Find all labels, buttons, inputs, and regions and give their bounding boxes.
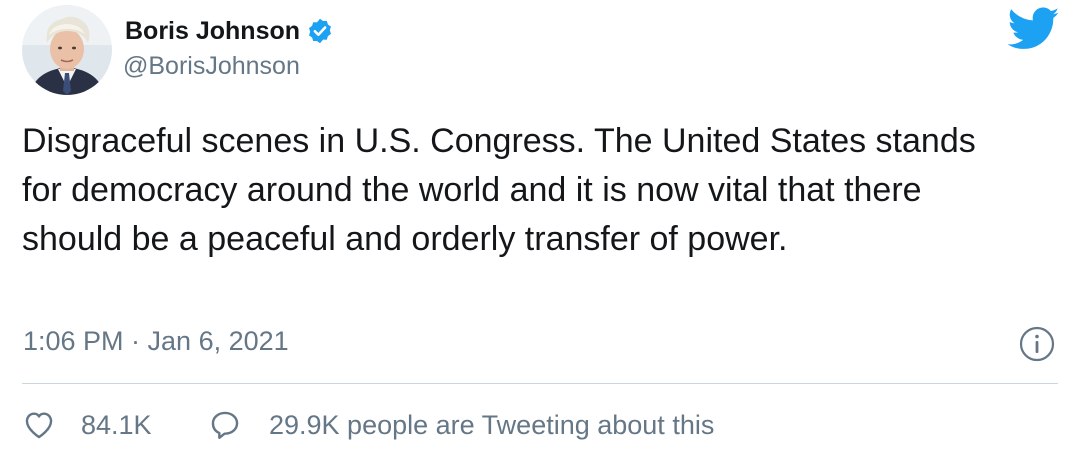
twitter-bird-icon[interactable] [1007,7,1060,51]
tweet-text: Disgraceful scenes in U.S. Congress. The… [22,122,976,258]
conversation-link[interactable]: 29.9K people are Tweeting about this [208,404,714,446]
divider [22,383,1058,384]
avatar-photo [22,5,112,95]
avatar[interactable] [22,5,112,95]
speech-bubble-icon[interactable] [208,408,242,442]
author-name-row[interactable]: Boris Johnson [125,14,334,48]
verified-badge-icon [306,17,334,45]
conversation-text[interactable]: 29.9K people are Tweeting about this [269,410,714,441]
heart-icon[interactable] [22,408,56,442]
info-icon[interactable] [1019,326,1055,362]
like-count: 84.1K [81,409,152,440]
tweet-card: Boris Johnson @BorisJohnson Disgraceful … [0,0,1082,456]
tweet-timestamp[interactable]: 1:06 PM · Jan 6, 2021 [23,326,289,357]
author-name[interactable]: Boris Johnson [125,17,300,46]
author-handle[interactable]: @BorisJohnson [123,52,300,81]
like-button[interactable]: 84.1K [22,404,152,446]
